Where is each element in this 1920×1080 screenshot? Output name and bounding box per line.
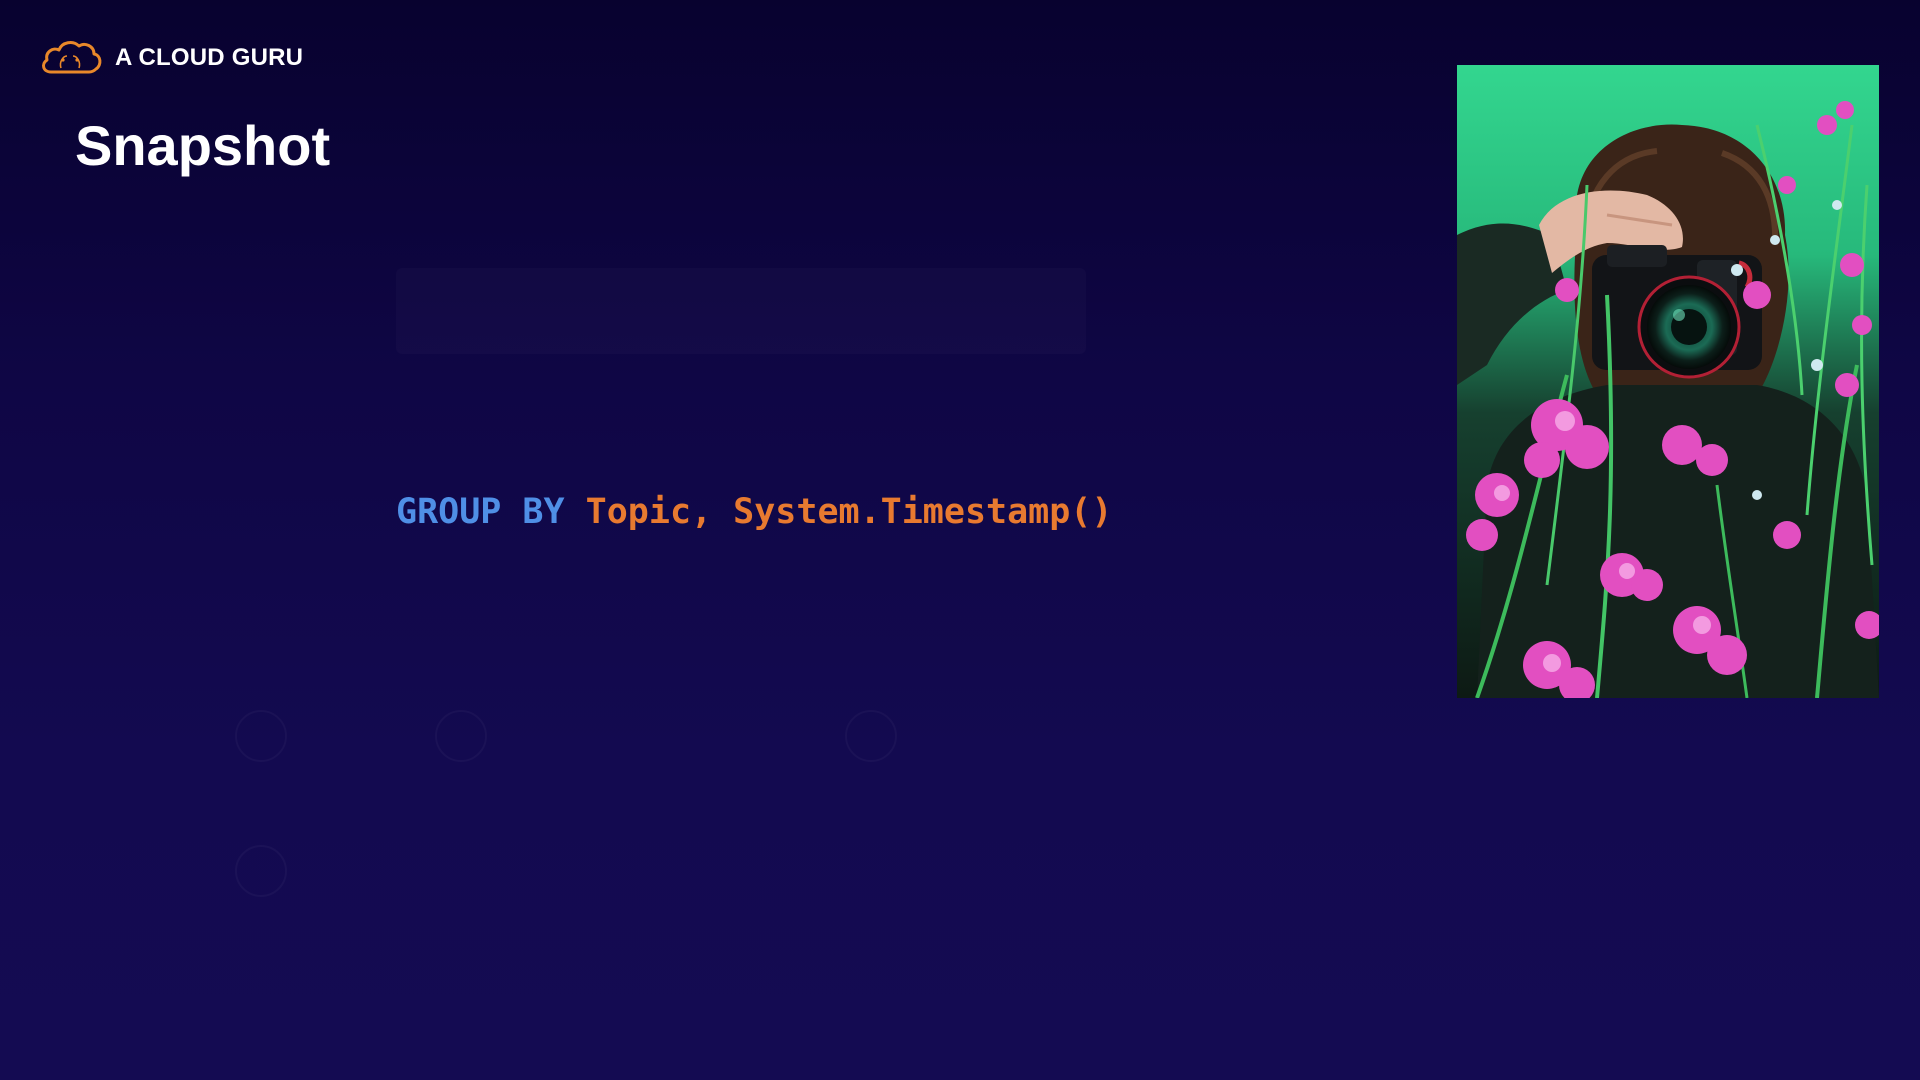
faded-circle-icon xyxy=(235,710,287,762)
brand-logo: A CLOUD GURU xyxy=(39,38,303,78)
slide: A CLOUD GURU Snapshot GROUP BY Topic, Sy… xyxy=(0,0,1920,1080)
faded-code-box xyxy=(396,268,1086,354)
faded-circle-icon xyxy=(435,710,487,762)
cloud-logo-icon xyxy=(42,41,102,74)
slide-title: Snapshot xyxy=(75,114,331,177)
faded-circle-icon xyxy=(845,710,897,762)
brand-name: A CLOUD GURU xyxy=(115,44,304,71)
code-expression: Topic, System.Timestamp() xyxy=(585,492,1113,532)
photographer-image xyxy=(1457,65,1879,698)
code-keyword: GROUP BY xyxy=(396,492,565,532)
code-line: GROUP BY Topic, System.Timestamp() xyxy=(396,486,1112,538)
photographer-photo xyxy=(1457,65,1879,698)
faded-circle-icon xyxy=(235,845,287,897)
